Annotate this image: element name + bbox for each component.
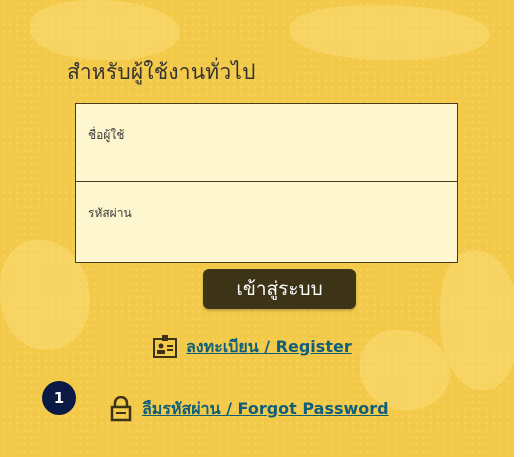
- login-button[interactable]: เข้าสู่ระบบ: [203, 269, 356, 309]
- password-label: รหัสผ่าน: [88, 206, 132, 220]
- login-form: ชื่อผู้ใช้ รหัสผ่าน: [75, 103, 458, 263]
- register-link[interactable]: ลงทะเบียน / Register: [186, 335, 352, 360]
- register-row: ลงทะเบียน / Register: [152, 334, 352, 360]
- page-edge: [514, 0, 529, 457]
- section-title: สำหรับผู้ใช้งานทั่วไป: [67, 60, 256, 84]
- lock-icon: [108, 396, 134, 422]
- username-field[interactable]: ชื่อผู้ใช้: [76, 104, 457, 182]
- forgot-password-row: ลืมรหัสผ่าน / Forgot Password: [108, 396, 389, 422]
- username-label: ชื่อผู้ใช้: [88, 128, 125, 142]
- forgot-password-link[interactable]: ลืมรหัสผ่าน / Forgot Password: [142, 397, 389, 422]
- login-panel: สำหรับผู้ใช้งานทั่วไป ชื่อผู้ใช้ รหัสผ่า…: [0, 0, 514, 457]
- step-badge: 1: [42, 381, 76, 415]
- id-card-icon: [152, 334, 178, 360]
- map-shape: [440, 250, 514, 390]
- password-field[interactable]: รหัสผ่าน: [76, 182, 457, 262]
